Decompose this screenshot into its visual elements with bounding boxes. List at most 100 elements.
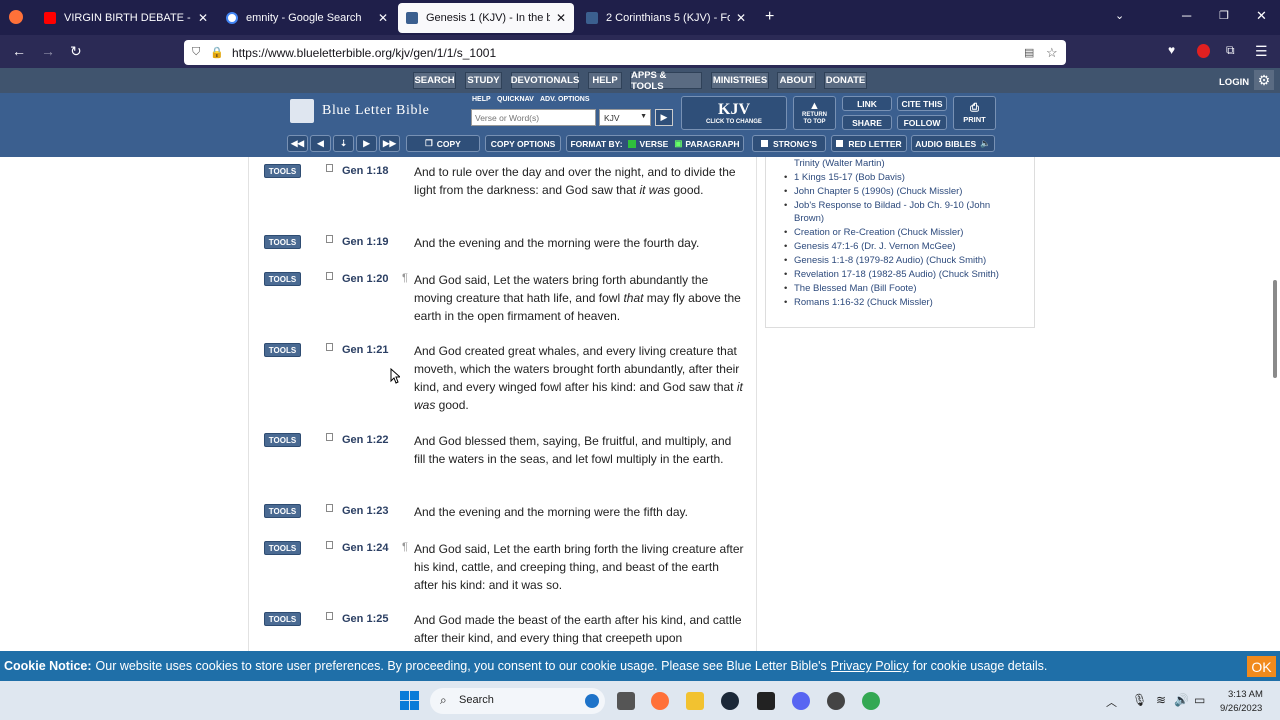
taskbar-search-box[interactable]: ⌕ Search [430,688,605,714]
strongs-toggle[interactable]: STRONG'S [752,135,826,152]
resource-link[interactable]: 1 Kings 15-17 (Bob Davis) [784,171,1004,184]
clock-time[interactable]: 3:13 AM [1228,689,1263,700]
resource-link[interactable]: Trinity (Walter Martin) [794,157,1004,170]
tools-button[interactable]: TOOLS [264,164,301,178]
nav-devotionals[interactable]: DEVOTIONALS [511,72,579,89]
resource-link[interactable]: Romans 1:16-32 (Chuck Missler) [784,296,1004,309]
close-tab-icon[interactable]: ✕ [378,11,388,25]
tools-button[interactable]: TOOLS [264,272,301,286]
close-tab-icon[interactable]: ✕ [198,11,208,25]
copy-verse-icon[interactable] [326,504,333,512]
volume-icon[interactable]: 🔊 [1174,693,1189,707]
url-bar[interactable]: ⛉ 🔒 https://www.blueletterbible.org/kjv/… [184,40,1066,65]
adv-options-link[interactable]: ADV. OPTIONS [540,96,590,103]
nav-help[interactable]: HELP [588,72,622,89]
red-letter-checkbox[interactable] [836,140,844,147]
search-go-button[interactable]: ▶ [655,109,673,126]
forward-icon[interactable]: → [41,43,55,59]
link-button[interactable]: LINK [842,96,892,111]
verse-label[interactable]: VERSE [640,139,669,149]
clock-date[interactable]: 9/26/2023 [1220,703,1262,714]
url-text[interactable]: https://www.blueletterbible.org/kjv/gen/… [232,46,496,60]
red-letter-toggle[interactable]: RED LETTER [831,135,907,152]
menu-icon[interactable]: ☰ [1255,43,1268,60]
verse-ref[interactable]: Gen 1:25 [342,613,388,625]
nav-ministries[interactable]: MINISTRIES [711,72,769,89]
verse-ref[interactable]: Gen 1:22 [342,434,388,446]
battery-icon[interactable]: ▭ [1194,693,1205,707]
tools-button[interactable]: TOOLS [264,343,301,357]
nav-search[interactable]: SEARCH [413,72,456,89]
settings-gear-icon[interactable]: ⚙ [1254,70,1274,90]
tab-genesis-1[interactable]: Genesis 1 (KJV) - In the beginning ✕ [398,3,574,33]
nav-apps-tools[interactable]: APPS & TOOLS [630,70,702,92]
copy-verse-icon[interactable] [326,235,333,243]
resource-link[interactable]: Genesis 47:1-6 (Dr. J. Vernon McGee) [784,240,1004,253]
copy-verse-icon[interactable] [326,343,333,351]
firefox-icon[interactable] [9,10,23,24]
verse-ref[interactable]: Gen 1:18 [342,165,388,177]
prev-chapter-button[interactable]: ◀ [310,135,331,152]
verse-ref[interactable]: Gen 1:21 [342,344,388,356]
new-tab-button[interactable]: + [765,8,774,26]
steam-icon[interactable] [721,692,739,710]
verse-ref[interactable]: Gen 1:20 [342,273,388,285]
copy-verse-icon[interactable] [326,612,333,620]
bookmark-star-icon[interactable]: ☆ [1046,45,1058,61]
share-button[interactable]: SHARE [842,115,892,130]
strongs-checkbox[interactable] [760,140,768,147]
pocket-icon[interactable]: ♥ [1168,43,1175,57]
extension-icon[interactable] [1197,44,1210,58]
wifi-icon[interactable]: ≋ [1156,693,1166,707]
version-select[interactable]: KJV ▼ [599,109,651,126]
tab-virgin-birth[interactable]: VIRGIN BIRTH DEBATE - reaction ✕ [36,4,216,32]
tab-list-chevron-icon[interactable]: ⌄ [1115,9,1124,22]
windows-start-icon[interactable] [400,691,419,710]
paragraph-label[interactable]: PARAGRAPH [685,139,739,149]
page-scrollbar[interactable] [1273,280,1277,378]
copy-verse-icon[interactable] [326,541,333,549]
resource-link[interactable]: Job's Response to Bildad - Job Ch. 9-10 … [784,199,1004,225]
reload-icon[interactable]: ↻ [70,43,82,60]
kjv-version-button[interactable]: KJV CLICK TO CHANGE [681,96,787,130]
tools-button[interactable]: TOOLS [264,504,301,518]
cite-this-button[interactable]: CITE THIS [897,96,947,111]
chrome-icon[interactable] [862,692,880,710]
first-chapter-button[interactable]: ◀◀ [287,135,308,152]
copy-options-button[interactable]: COPY OPTIONS [485,135,561,152]
tools-button[interactable]: TOOLS [264,235,301,249]
window-close-icon[interactable]: ✕ [1256,8,1267,24]
blb-logo-icon[interactable] [290,99,314,123]
verse-ref[interactable]: Gen 1:19 [342,236,388,248]
print-button[interactable]: ⎙ PRINT [953,96,996,130]
login-link[interactable]: LOGIN [1219,77,1249,88]
copy-verse-icon[interactable] [326,272,333,280]
tab-google-search[interactable]: emnity - Google Search ✕ [218,4,396,32]
shield-icon[interactable]: ⛉ [192,46,200,59]
close-tab-icon[interactable]: ✕ [736,11,746,25]
maximize-icon[interactable]: ❐ [1219,9,1229,22]
search-help-link[interactable]: HELP [472,96,491,103]
resource-link[interactable]: Revelation 17-18 (1982-85 Audio) (Chuck … [784,268,1004,281]
blb-logo-text[interactable]: Blue Letter Bible [322,103,429,119]
discord-icon[interactable] [792,692,810,710]
tools-button[interactable]: TOOLS [264,541,301,555]
tools-button[interactable]: TOOLS [264,433,301,447]
resource-link[interactable]: John Chapter 5 (1990s) (Chuck Missler) [784,185,1004,198]
audio-bibles-button[interactable]: AUDIO BIBLES 🔈 [911,135,995,152]
nav-donate[interactable]: DONATE [824,72,867,89]
nav-about[interactable]: ABOUT [777,72,816,89]
cookie-ok-button[interactable]: OK [1247,656,1276,677]
tab-2-corinthians[interactable]: 2 Corinthians 5 (KJV) - For we kn ✕ [578,4,754,32]
app-icon[interactable] [827,692,845,710]
close-tab-icon[interactable]: ✕ [556,11,566,25]
microphone-icon[interactable]: 🎙 [1132,693,1147,707]
file-explorer-icon[interactable] [686,692,704,710]
verse-checkbox[interactable] [627,139,636,148]
task-view-icon[interactable] [617,692,635,710]
extensions-puzzle-icon[interactable]: ⧉ [1226,43,1235,58]
minimize-icon[interactable]: ─ [1182,8,1191,23]
back-icon[interactable]: ← [12,43,26,59]
chapter-down-button[interactable]: ⇣ [333,135,354,152]
return-to-top-button[interactable]: ▲ RETURN TO TOP [793,96,836,130]
